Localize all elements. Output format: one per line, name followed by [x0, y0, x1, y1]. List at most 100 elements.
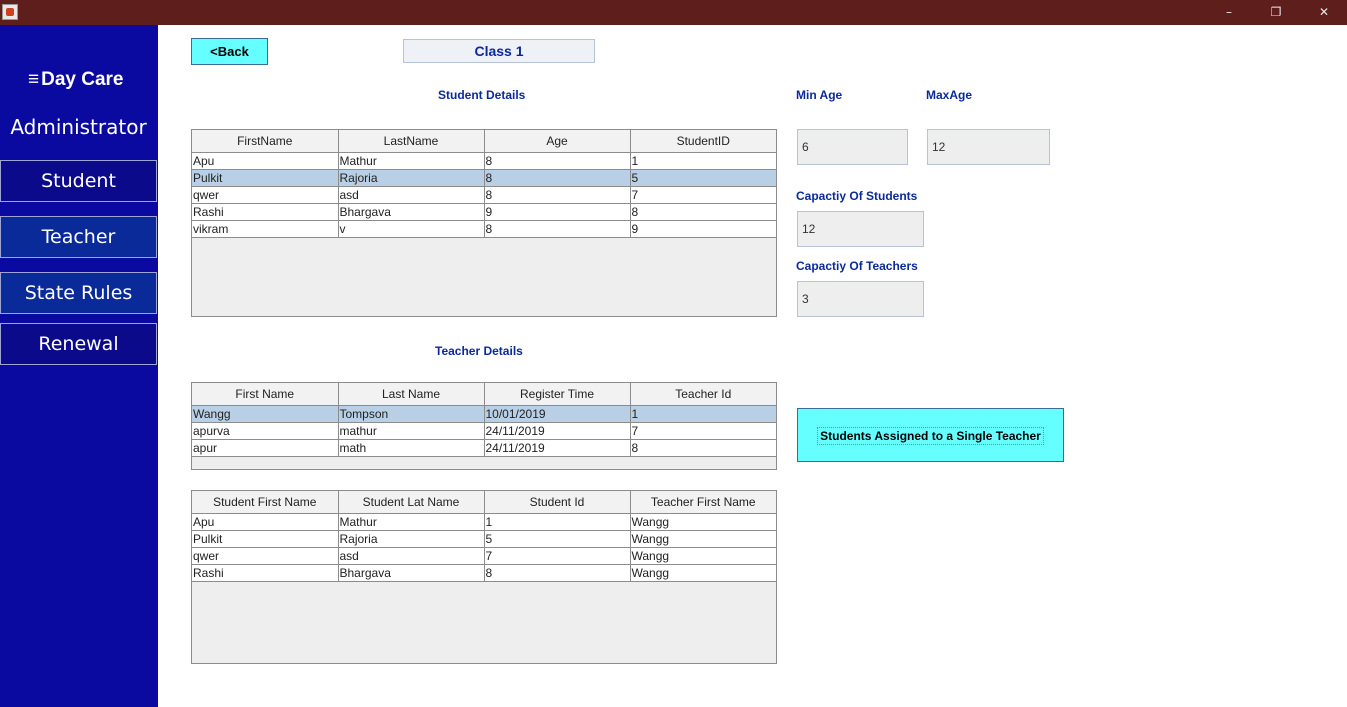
table-cell[interactable]: Wangg — [630, 564, 776, 582]
table-cell[interactable]: Bhargava — [338, 564, 485, 582]
table-cell[interactable]: math — [338, 439, 485, 457]
table-cell[interactable]: 8 — [484, 169, 631, 187]
column-header[interactable]: LastName — [338, 130, 485, 153]
table-cell[interactable]: 8 — [484, 220, 631, 238]
table-row[interactable]: Pulkit Rajoria 5 Wangg — [192, 530, 776, 548]
capacity-students-field[interactable]: 12 — [797, 211, 924, 247]
max-age-field[interactable]: 12 — [927, 129, 1050, 165]
sidebar-item-student[interactable]: Student — [0, 160, 157, 202]
table-cell[interactable]: Apu — [192, 152, 339, 170]
table-row[interactable]: qwer asd 8 7 — [192, 186, 776, 204]
table-cell[interactable]: 8 — [484, 564, 631, 582]
students-assigned-label: Students Assigned to a Single Teacher — [817, 427, 1044, 445]
column-header[interactable]: Student Id — [484, 491, 631, 514]
table-cell[interactable]: mathur — [338, 422, 485, 440]
table-cell[interactable]: 8 — [630, 439, 776, 457]
table-cell[interactable]: qwer — [192, 186, 339, 204]
table-cell[interactable]: 7 — [630, 422, 776, 440]
title-bar: – ❐ ✕ — [0, 0, 1347, 25]
table-cell[interactable]: asd — [338, 186, 485, 204]
table-cell[interactable]: 7 — [630, 186, 776, 204]
table-cell[interactable]: 8 — [484, 186, 631, 204]
teacher-details-heading: Teacher Details — [435, 344, 523, 358]
table-cell[interactable]: apur — [192, 439, 339, 457]
table-cell[interactable]: Rajoria — [338, 169, 485, 187]
capacity-students-label: Capactiy Of Students — [796, 189, 918, 203]
table-cell[interactable]: Apu — [192, 513, 339, 531]
minimize-icon[interactable]: – — [1214, 3, 1244, 21]
table-row[interactable]: apurva mathur 24/11/2019 7 — [192, 422, 776, 440]
capacity-teachers-label: Capactiy Of Teachers — [796, 259, 918, 273]
min-age-label: Min Age — [796, 88, 843, 102]
table-cell[interactable]: v — [338, 220, 485, 238]
table-cell[interactable]: 5 — [630, 169, 776, 187]
column-header[interactable]: StudentID — [630, 130, 776, 153]
sidebar-item-state-rules[interactable]: State Rules — [0, 272, 157, 314]
table-cell[interactable]: 8 — [484, 152, 631, 170]
table-cell[interactable]: 1 — [484, 513, 631, 531]
table-cell[interactable]: 24/11/2019 — [484, 422, 631, 440]
table-row[interactable]: qwer asd 7 Wangg — [192, 547, 776, 565]
table-cell[interactable]: 1 — [630, 405, 776, 423]
table-cell[interactable]: qwer — [192, 547, 339, 565]
brand-title: ≡ Day Care — [28, 69, 123, 91]
table-row-selected[interactable]: Wangg Tompson 10/01/2019 1 — [192, 405, 776, 423]
table-cell[interactable]: Wangg — [630, 547, 776, 565]
back-button[interactable]: <Back — [191, 38, 268, 65]
table-cell[interactable]: Pulkit — [192, 530, 339, 548]
table-row[interactable]: Apu Mathur 8 1 — [192, 152, 776, 170]
section-label-administrator: Administrator — [10, 115, 147, 139]
brand-label: Day Care — [41, 69, 124, 90]
table-row[interactable]: Rashi Bhargava 9 8 — [192, 203, 776, 221]
table-cell[interactable]: Wangg — [630, 530, 776, 548]
table-cell[interactable]: Rashi — [192, 203, 339, 221]
table-row[interactable]: apur math 24/11/2019 8 — [192, 439, 776, 457]
table-cell[interactable]: Bhargava — [338, 203, 485, 221]
table-cell[interactable]: Wangg — [630, 513, 776, 531]
student-details-heading: Student Details — [438, 88, 526, 102]
table-row[interactable]: Apu Mathur 1 Wangg — [192, 513, 776, 531]
table-cell[interactable]: vikram — [192, 220, 339, 238]
table-cell[interactable]: Mathur — [338, 152, 485, 170]
column-header[interactable]: First Name — [192, 383, 339, 406]
java-app-icon — [2, 4, 18, 20]
min-age-field[interactable]: 6 — [797, 129, 908, 165]
assignment-table: Student First Name Student Lat Name Stud… — [191, 490, 777, 664]
table-row-selected[interactable]: Pulkit Rajoria 8 5 — [192, 169, 776, 187]
column-header[interactable]: Student Lat Name — [338, 491, 485, 514]
student-table: FirstName LastName Age StudentID Apu Mat… — [191, 129, 777, 317]
table-cell[interactable]: asd — [338, 547, 485, 565]
table-cell[interactable]: 5 — [484, 530, 631, 548]
table-cell[interactable]: Pulkit — [192, 169, 339, 187]
table-cell[interactable]: 10/01/2019 — [484, 405, 631, 423]
table-cell[interactable]: Rashi — [192, 564, 339, 582]
table-cell[interactable]: Rajoria — [338, 530, 485, 548]
table-cell[interactable]: 1 — [630, 152, 776, 170]
students-assigned-button[interactable]: Students Assigned to a Single Teacher — [797, 408, 1064, 462]
restore-icon[interactable]: ❐ — [1261, 3, 1291, 21]
column-header[interactable]: Last Name — [338, 383, 485, 406]
column-header[interactable]: FirstName — [192, 130, 339, 153]
table-cell[interactable]: Tompson — [338, 405, 485, 423]
table-cell[interactable]: Mathur — [338, 513, 485, 531]
teacher-table: First Name Last Name Register Time Teach… — [191, 382, 777, 470]
table-row[interactable]: Rashi Bhargava 8 Wangg — [192, 564, 776, 582]
close-icon[interactable]: ✕ — [1309, 3, 1339, 21]
sidebar-item-teacher[interactable]: Teacher — [0, 216, 157, 258]
table-cell[interactable]: apurva — [192, 422, 339, 440]
menu-icon: ≡ — [28, 69, 40, 90]
table-cell[interactable]: Wangg — [192, 405, 339, 423]
table-cell[interactable]: 7 — [484, 547, 631, 565]
table-cell[interactable]: 9 — [630, 220, 776, 238]
column-header[interactable]: Teacher First Name — [630, 491, 776, 514]
column-header[interactable]: Student First Name — [192, 491, 339, 514]
table-cell[interactable]: 9 — [484, 203, 631, 221]
column-header[interactable]: Register Time — [484, 383, 631, 406]
table-cell[interactable]: 24/11/2019 — [484, 439, 631, 457]
sidebar-item-renewal[interactable]: Renewal — [0, 323, 157, 365]
table-row[interactable]: vikram v 8 9 — [192, 220, 776, 238]
table-cell[interactable]: 8 — [630, 203, 776, 221]
column-header[interactable]: Age — [484, 130, 631, 153]
capacity-teachers-field[interactable]: 3 — [797, 281, 924, 317]
column-header[interactable]: Teacher Id — [630, 383, 776, 406]
